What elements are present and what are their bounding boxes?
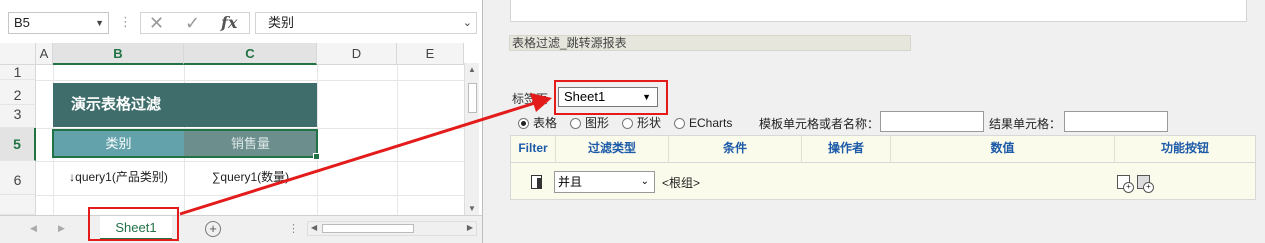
radio-label: 形状	[637, 116, 662, 130]
select-all-corner[interactable]	[0, 43, 36, 65]
grid-line	[397, 65, 398, 215]
radio-label: 表格	[533, 116, 558, 130]
row-header-7[interactable]	[0, 195, 36, 215]
radio-icon[interactable]	[674, 118, 685, 129]
scroll-down-icon[interactable]: ▼	[468, 204, 476, 213]
radio-icon[interactable]	[570, 118, 581, 129]
row-header-5[interactable]: 5	[0, 128, 36, 161]
grid-line	[36, 161, 464, 162]
row-header-6[interactable]: 6	[0, 161, 36, 195]
radio-echarts[interactable]: ECharts	[674, 114, 732, 132]
header-function-buttons: 功能按钮	[1160, 141, 1209, 155]
radio-table[interactable]: 表格	[518, 114, 557, 132]
filter-table-header: Filter 过滤类型 条件 操作者 数值 功能按钮	[511, 136, 1255, 163]
filter-table: Filter 过滤类型 条件 操作者 数值 功能按钮 并且 ⌄ <根组>	[510, 135, 1256, 200]
formula-input[interactable]: 类别 ⌄	[255, 12, 477, 34]
chevron-down-icon[interactable]: ⌄	[641, 172, 649, 192]
excel-window: B5 ▼ ⋮ ✕ ✓ fx 类别 ⌄ A B C D E 1 2 3 5 6 演…	[0, 0, 483, 243]
result-cell-label: 结果单元格：	[989, 117, 1062, 131]
add-condition-icon[interactable]	[1117, 175, 1134, 193]
row-header-1[interactable]: 1	[0, 65, 36, 80]
filter-type-select[interactable]: 并且 ⌄	[554, 171, 655, 193]
result-cell-input[interactable]	[1064, 111, 1168, 132]
column-header-d[interactable]: D	[317, 43, 397, 65]
cancel-x-icon[interactable]: ✕	[149, 13, 164, 33]
scroll-left-icon[interactable]: ◀	[311, 223, 317, 232]
name-box-value: B5	[14, 15, 30, 30]
annotation-box-sheet-select	[554, 80, 668, 115]
scroll-right-icon[interactable]: ▶	[467, 223, 473, 232]
row-header-3[interactable]: 3	[0, 105, 36, 128]
check-icon[interactable]: ✓	[185, 13, 200, 33]
radio-shape[interactable]: 形状	[622, 114, 661, 132]
formula-buttons: ✕ ✓ fx	[140, 12, 250, 34]
next-sheet-icon[interactable]: ▶	[58, 223, 65, 234]
grid-line	[36, 80, 464, 81]
column-header-b[interactable]: B	[53, 43, 184, 65]
template-cell-input[interactable]	[880, 111, 984, 132]
header-value: 数值	[891, 136, 1115, 163]
tab-label: 标签页	[512, 92, 549, 106]
top-content-box	[510, 0, 1247, 22]
sheet-tab-bar: ◀ ▶ Sheet1 + ⋮ ◀ ▶	[0, 215, 482, 243]
cell-b6[interactable]: ↓query1(产品类别)	[53, 166, 184, 188]
horizontal-scrollbar[interactable]: ◀ ▶	[307, 221, 477, 236]
scroll-up-icon[interactable]: ▲	[468, 65, 476, 74]
header-filter: Filter	[511, 136, 556, 163]
drag-handle-icon[interactable]	[531, 175, 542, 189]
more-icon: ⋮	[119, 14, 132, 29]
radio-checked-icon[interactable]	[518, 118, 529, 129]
radio-icon[interactable]	[622, 118, 633, 129]
selection-outline	[52, 129, 320, 160]
add-group-icon[interactable]	[1137, 175, 1154, 193]
filter-type-value: 并且	[558, 175, 583, 189]
grid-line	[36, 195, 464, 196]
column-header-c[interactable]: C	[184, 43, 317, 65]
row-header-2[interactable]: 2	[0, 80, 36, 105]
radio-graph[interactable]: 图形	[570, 114, 609, 132]
annotation-box-sheet-tab	[88, 207, 179, 241]
formula-value: 类别	[268, 15, 295, 30]
name-box[interactable]: B5 ▼	[8, 12, 109, 34]
table-row: 并且 ⌄ <根组>	[511, 163, 1255, 199]
condition-root-group: <根组>	[662, 176, 701, 190]
add-sheet-icon[interactable]: +	[205, 221, 221, 237]
report-title-cell[interactable]: 演示表格过滤	[53, 83, 317, 127]
header-operator: 操作者	[802, 136, 891, 163]
template-cell-label: 模板单元格或者名称：	[759, 117, 880, 131]
fx-icon[interactable]: fx	[221, 13, 237, 33]
scroll-thumb[interactable]	[468, 83, 477, 113]
vertical-scrollbar[interactable]: ▲ ▼	[464, 63, 479, 215]
filter-config-panel: 表格过滤_跳转源报表 标签页 Sheet1 ▼ 表格 图形 形状 ECharts…	[484, 0, 1265, 243]
header-filter-type: 过滤类型	[556, 136, 669, 163]
worksheet-grid[interactable]: A B C D E 1 2 3 5 6 演示表格过滤 类别 销售量 ↓query…	[0, 43, 482, 215]
more-icon: ⋮	[288, 223, 299, 235]
radio-label: 图形	[585, 116, 610, 130]
chevron-down-icon[interactable]: ⌄	[463, 13, 472, 33]
dropdown-arrow-icon[interactable]: ▼	[95, 13, 104, 33]
column-header-e[interactable]: E	[397, 43, 464, 65]
prev-sheet-icon[interactable]: ◀	[30, 223, 37, 234]
scroll-thumb[interactable]	[322, 224, 414, 233]
formula-bar: B5 ▼ ⋮ ✕ ✓ fx 类别 ⌄	[0, 6, 482, 40]
header-condition: 条件	[669, 136, 802, 163]
page-title: 表格过滤_跳转源报表	[509, 35, 911, 51]
cell-c6[interactable]: ∑query1(数量)	[184, 166, 317, 188]
radio-label: ECharts	[689, 116, 733, 130]
column-header-a[interactable]: A	[36, 43, 53, 65]
